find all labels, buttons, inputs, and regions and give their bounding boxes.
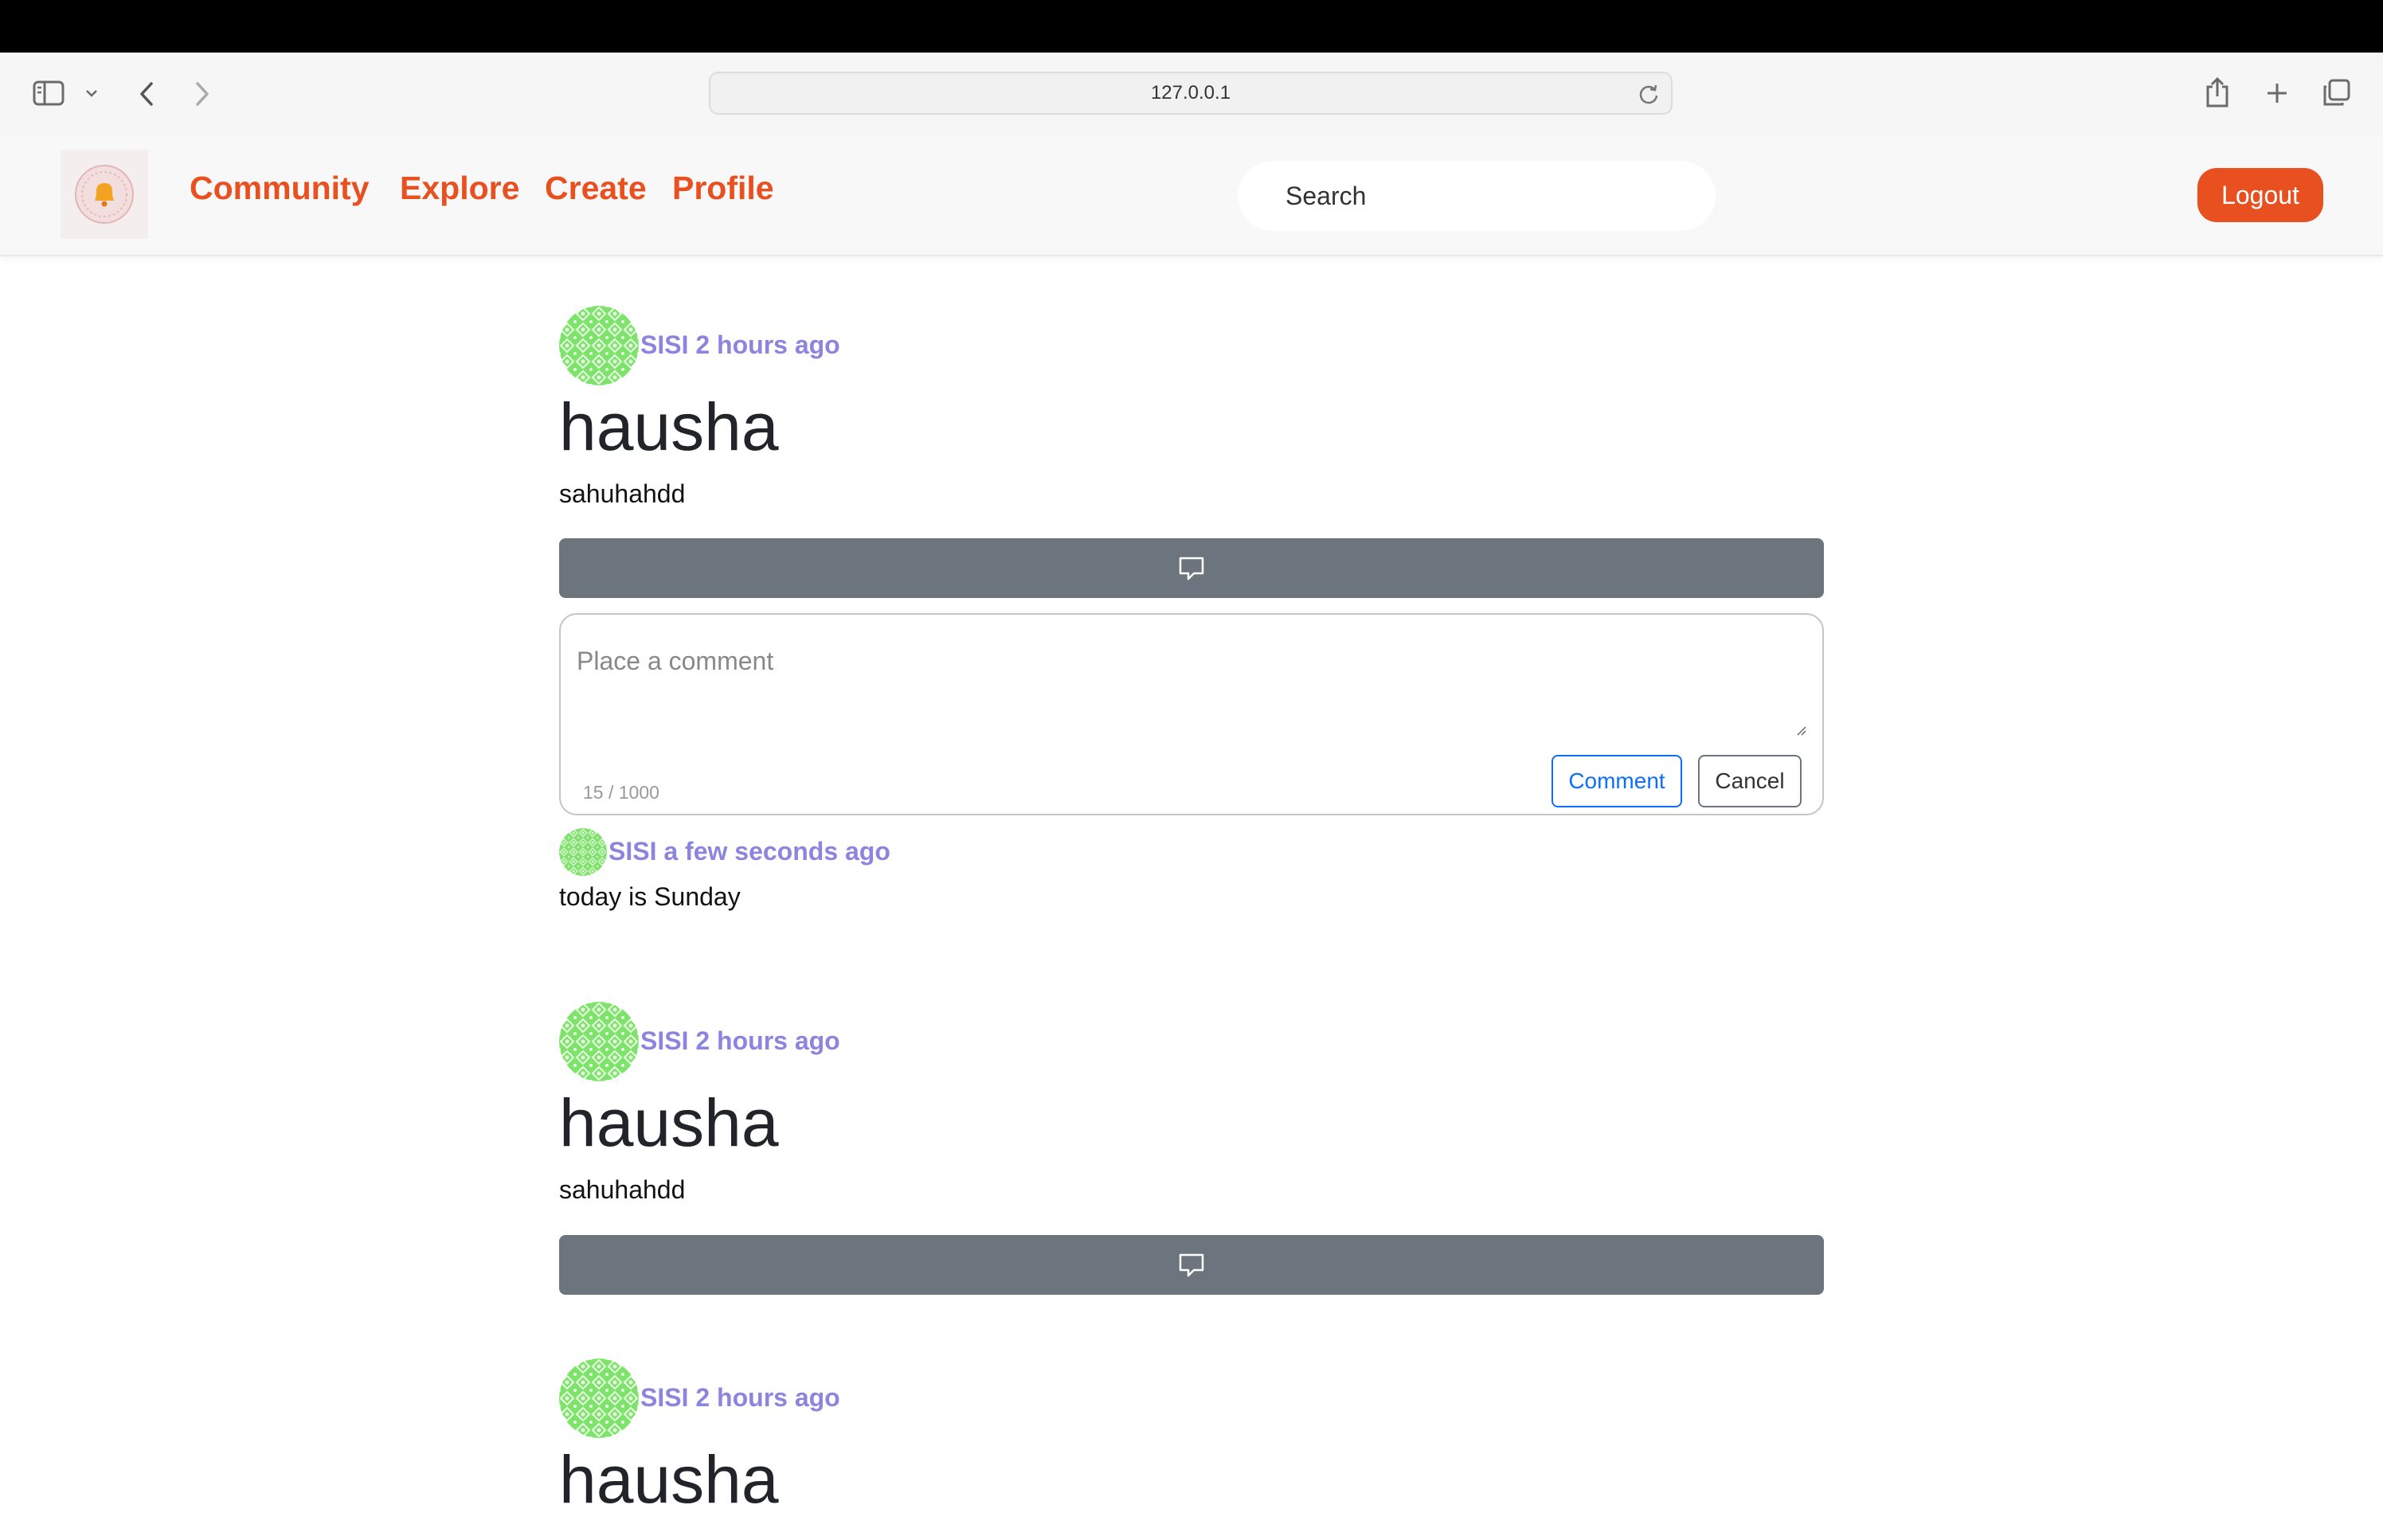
- sidebar-icon[interactable]: [32, 80, 65, 107]
- post-card: SISI 2 hours ago hausha: [559, 1358, 1824, 1540]
- toggle-comments-button[interactable]: [559, 1235, 1824, 1295]
- search-input[interactable]: Search: [1238, 161, 1716, 231]
- post-author-link[interactable]: SISI 2 hours ago: [640, 1026, 840, 1056]
- post-card: SISI 2 hours ago hausha sahuhahdd Place …: [559, 306, 1824, 927]
- post-title: hausha: [559, 389, 779, 464]
- nav-profile[interactable]: Profile: [672, 169, 774, 208]
- avatar[interactable]: [559, 1002, 639, 1081]
- comment-body: today is Sunday: [559, 882, 741, 911]
- nav-community[interactable]: Community: [190, 169, 370, 208]
- logout-button[interactable]: Logout: [2197, 168, 2323, 222]
- screen-top-bezel: [0, 0, 2383, 53]
- comment-meta: SISI a few seconds ago: [559, 828, 890, 876]
- share-icon[interactable]: [2203, 75, 2232, 110]
- comment-item: SISI a few seconds ago today is Sunday: [559, 828, 890, 912]
- address-bar[interactable]: 127.0.0.1: [709, 72, 1673, 115]
- nav-create[interactable]: Create: [545, 169, 647, 208]
- url-text: 127.0.0.1: [1150, 82, 1231, 104]
- browser-toolbar: 127.0.0.1: [0, 53, 2383, 135]
- post-card: SISI 2 hours ago hausha sahuhahdd: [559, 1002, 1824, 1296]
- new-tab-icon[interactable]: [2264, 80, 2291, 107]
- avatar[interactable]: [559, 828, 607, 876]
- comment-icon: [1179, 1253, 1204, 1276]
- comment-author-link[interactable]: SISI a few seconds ago: [608, 837, 890, 866]
- search-placeholder: Search: [1285, 181, 1367, 210]
- toggle-comments-button[interactable]: [559, 538, 1824, 598]
- post-meta: SISI 2 hours ago: [559, 306, 840, 385]
- nav-explore[interactable]: Explore: [400, 169, 519, 208]
- avatar[interactable]: [559, 306, 639, 385]
- chevron-down-icon[interactable]: [83, 84, 100, 102]
- post-body: sahuhahdd: [559, 479, 686, 508]
- post-meta: SISI 2 hours ago: [559, 1358, 840, 1438]
- comment-form: Place a comment 15 / 1000 Comment Cancel: [559, 613, 1824, 815]
- resize-grip-icon[interactable]: [1795, 725, 1806, 736]
- post-body: sahuhahdd: [559, 1175, 686, 1204]
- app-navbar: Community Explore Create Profile Search …: [0, 135, 2383, 256]
- submit-comment-button[interactable]: Comment: [1551, 755, 1682, 807]
- bell-icon: [75, 165, 134, 224]
- avatar[interactable]: [559, 1358, 639, 1438]
- site-logo[interactable]: [61, 150, 148, 239]
- post-author-link[interactable]: SISI 2 hours ago: [640, 1383, 840, 1413]
- char-counter: 15 / 1000: [583, 782, 659, 803]
- reload-icon[interactable]: [1638, 83, 1660, 105]
- cancel-comment-button[interactable]: Cancel: [1698, 755, 1802, 807]
- post-title: hausha: [559, 1085, 779, 1160]
- comment-textarea[interactable]: Place a comment: [577, 647, 773, 676]
- back-icon[interactable]: [134, 80, 159, 108]
- post-title: hausha: [559, 1442, 779, 1517]
- comment-icon: [1179, 557, 1204, 580]
- forward-icon[interactable]: [190, 80, 215, 108]
- tabs-overview-icon[interactable]: [2321, 78, 2351, 108]
- post-author-link[interactable]: SISI 2 hours ago: [640, 330, 840, 360]
- post-meta: SISI 2 hours ago: [559, 1002, 840, 1081]
